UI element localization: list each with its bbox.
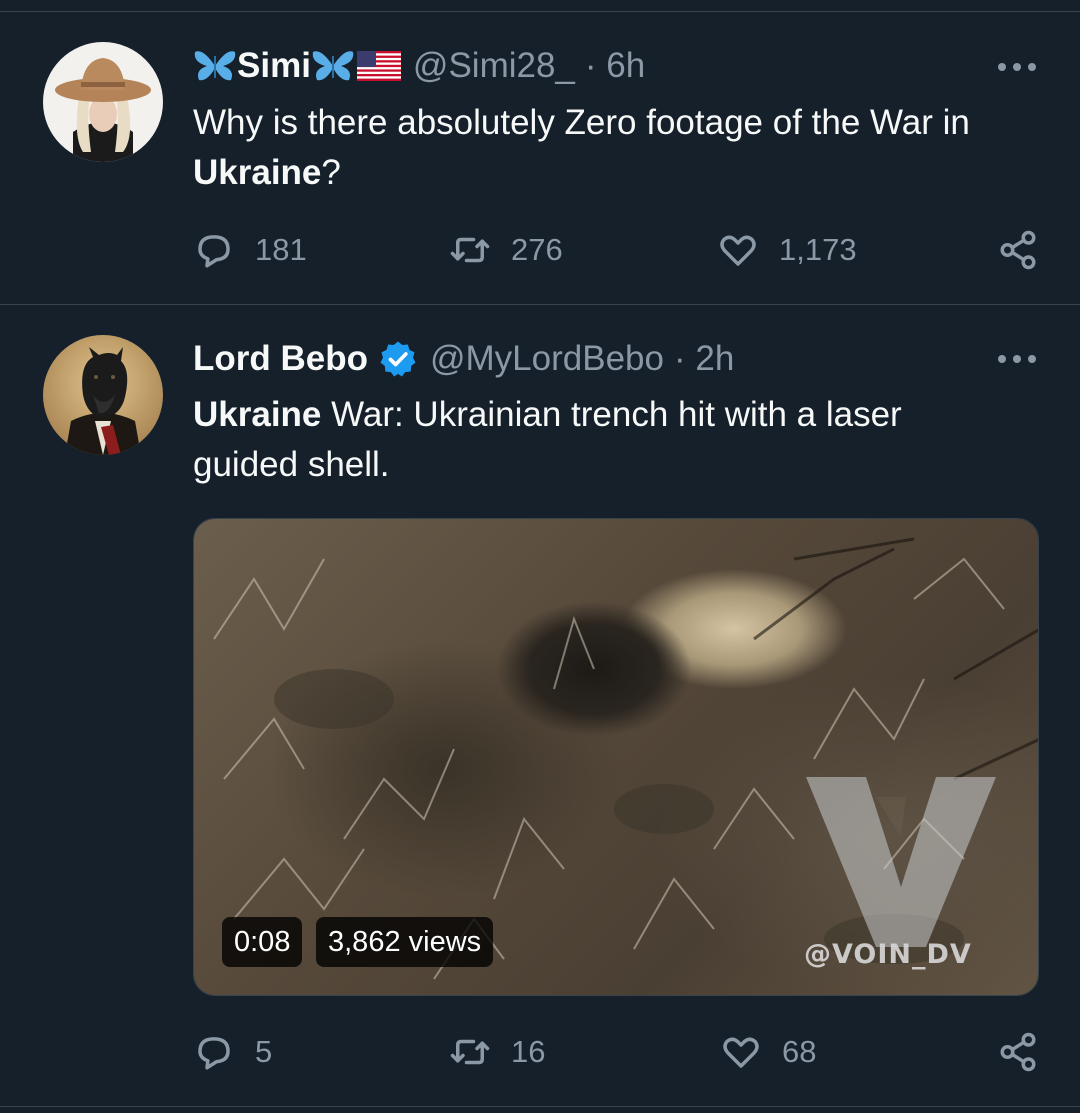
retweet-count: 16 [511,1034,546,1069]
tweet-text: Why is there absolutely Zero footage of … [193,98,1043,198]
verified-badge-icon [378,339,418,379]
reply-icon [198,235,230,268]
handle[interactable]: @MyLordBebo [430,339,664,379]
video-watermark: @VOIN_DV [804,939,972,970]
reply-button[interactable]: 5 [193,1030,272,1074]
butterfly-emoji [193,48,237,84]
more-options-icon[interactable] [998,61,1036,73]
reply-count: 181 [255,232,307,267]
video-player[interactable]: @VOIN_DV 0:08 3,862 views [193,518,1039,996]
display-name[interactable]: Lord Bebo [193,339,368,379]
more-options-icon[interactable] [998,353,1036,365]
tweet-simi[interactable]: Simi @Simi28_ · 6h Why is there absolute… [0,0,1080,305]
timestamp[interactable]: · 6h [585,46,645,86]
butterfly-emoji [311,48,355,84]
tweet-text-part: ? [321,153,341,192]
share-icon [1000,1032,1036,1072]
share-button[interactable] [997,1030,1059,1074]
display-name[interactable]: Simi [237,46,311,86]
video-duration: 0:08 [222,917,303,967]
share-button[interactable] [997,228,1059,272]
tweet-text-part: Why is there absolutely Zero footage of … [193,103,970,142]
timeline-feed: Simi @Simi28_ · 6h Why is there absolute… [0,0,1080,1113]
like-count: 68 [782,1034,817,1069]
tweet-header: Lord Bebo @MyLordBebo · 2h [193,334,734,384]
tweet-actions: 181 276 1,173 [193,228,1043,272]
reply-button[interactable]: 181 [193,228,307,272]
retweet-count: 276 [511,232,563,267]
timestamp[interactable]: · 2h [674,339,734,379]
avatar[interactable] [43,335,163,455]
watermark-logo [806,777,996,947]
handle[interactable]: @Simi28_ [413,46,575,86]
tweet-text-bold: Ukraine [193,153,322,192]
tweet-actions: 5 16 68 [193,1030,1043,1074]
retweet-button[interactable]: 276 [449,228,563,272]
video-views: 3,862 views [316,917,494,967]
avatar[interactable] [43,42,163,162]
reply-count: 5 [255,1034,273,1069]
retweet-icon [450,1039,490,1065]
share-icon [1000,230,1036,270]
like-button[interactable]: 1,173 [717,228,857,272]
us-flag-emoji [356,51,401,81]
tweet-text-bold: Ukraine [193,395,322,434]
divider [0,1106,1080,1107]
heart-icon [720,235,756,266]
retweet-icon [450,237,490,263]
retweet-button[interactable]: 16 [449,1030,545,1074]
like-count: 1,173 [779,232,857,267]
reply-icon [198,1037,230,1070]
like-button[interactable]: 68 [720,1030,816,1074]
heart-icon [723,1037,759,1068]
tweet-text: Ukraine War: Ukrainian trench hit with a… [193,390,983,490]
tweet-header: Simi @Simi28_ · 6h [193,41,645,91]
